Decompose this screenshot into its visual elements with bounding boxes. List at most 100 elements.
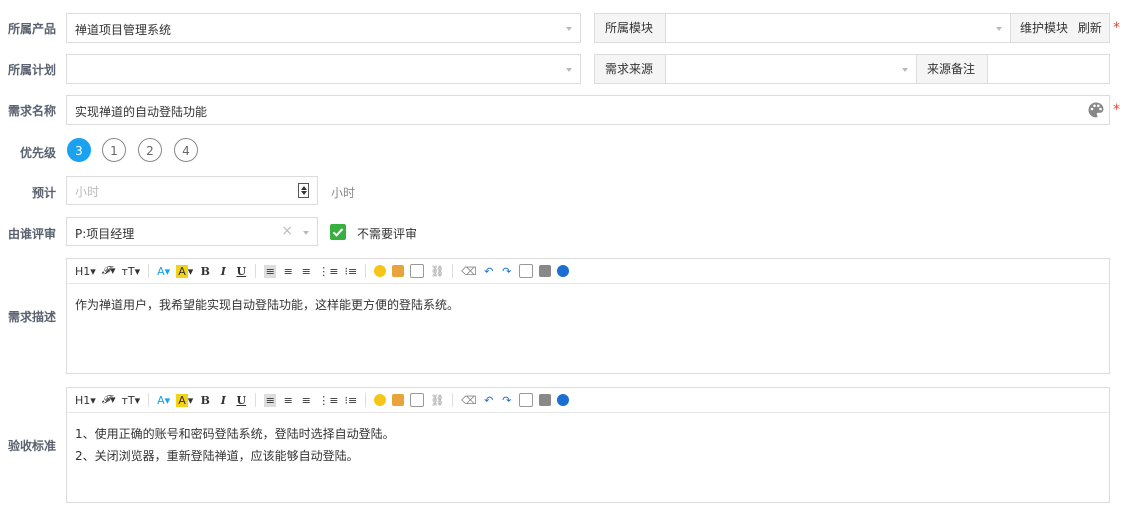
link-icon[interactable]: ⛓ <box>430 265 444 278</box>
align-center-icon[interactable]: ≡ <box>282 394 294 407</box>
check-icon <box>332 228 344 237</box>
font-color-button[interactable]: A▾ <box>157 265 170 278</box>
bg-color-button[interactable]: A ▾ <box>176 393 193 407</box>
toolbar-separator <box>365 264 367 278</box>
refresh-link[interactable]: 刷新 <box>1078 21 1102 35</box>
no-review-checkbox[interactable] <box>330 224 346 240</box>
source-note-input[interactable] <box>987 54 1110 84</box>
priority-option-1[interactable]: 1 <box>102 138 126 162</box>
product-select[interactable]: 禅道项目管理系统 <box>66 13 581 43</box>
source-select[interactable] <box>665 54 917 84</box>
italic-button[interactable]: I <box>217 394 229 407</box>
eraser-icon[interactable]: ⌫ <box>461 265 477 278</box>
maintain-module-link[interactable]: 维护模块 <box>1020 21 1068 35</box>
reviewer-value: P:项目经理 <box>75 227 135 241</box>
clear-icon[interactable]: × <box>281 223 293 239</box>
plan-label: 所属计划 <box>7 63 56 77</box>
emoticon-icon[interactable] <box>374 394 387 406</box>
italic-button[interactable]: I <box>217 265 229 278</box>
align-left-icon[interactable]: ≡ <box>264 264 277 278</box>
image-icon[interactable] <box>392 394 405 406</box>
spec-line: 作为禅道用户，我希望能实现自动登陆功能，这样能更方便的登陆系统。 <box>75 298 460 312</box>
reviewer-label: 由谁评审 <box>7 227 56 241</box>
font-size-button[interactable]: тT▾ <box>121 394 140 407</box>
align-center-icon[interactable]: ≡ <box>282 265 294 278</box>
required-mark: * <box>1113 20 1120 36</box>
ordered-list-icon[interactable]: ⋮≡ <box>318 394 338 407</box>
font-size-button[interactable]: тT▾ <box>121 265 140 278</box>
unordered-list-icon[interactable]: ⁝≡ <box>344 265 357 278</box>
priority-label: 优先级 <box>19 146 56 160</box>
toolbar-separator <box>255 264 257 278</box>
priority-option-3[interactable]: 3 <box>67 138 91 162</box>
fullscreen-icon[interactable] <box>518 264 533 278</box>
bold-button[interactable]: B <box>199 394 211 407</box>
redo-icon[interactable]: ↷ <box>501 394 513 407</box>
image-icon[interactable] <box>392 265 405 277</box>
required-mark: * <box>1113 102 1120 118</box>
spec-content: 作为禅道用户，我希望能实现自动登陆功能，这样能更方便的登陆系统。 <box>75 294 459 316</box>
eraser-icon[interactable]: ⌫ <box>461 394 477 407</box>
title-input[interactable]: 实现禅道的自动登陆功能 <box>66 95 1110 125</box>
bold-button[interactable]: B <box>199 265 211 278</box>
editor-toolbar: H1▾ 𝓕▾ тT▾ A▾ A ▾ B I U ≡ ≡ ≡ ⋮≡ ⁝≡ ⛓ ⌫ ↶… <box>67 388 1109 413</box>
undo-icon[interactable]: ↶ <box>483 265 495 278</box>
source-note-label: 来源备注 <box>916 54 988 84</box>
underline-button[interactable]: U <box>235 394 247 407</box>
reviewer-select[interactable]: P:项目经理 × <box>66 217 318 246</box>
chevron-down-icon <box>996 27 1002 31</box>
toolbar-separator <box>148 264 150 278</box>
help-icon[interactable] <box>556 265 569 277</box>
toolbar-separator <box>255 393 257 407</box>
font-family-button[interactable]: 𝓕▾ <box>102 393 116 407</box>
align-right-icon[interactable]: ≡ <box>300 265 312 278</box>
verify-line: 2、关闭浏览器，重新登陆禅道，应该能够自动登陆。 <box>75 449 359 463</box>
template-icon[interactable] <box>538 394 551 406</box>
heading-button[interactable]: H1▾ <box>75 394 96 407</box>
verify-editor[interactable]: H1▾ 𝓕▾ тT▾ A▾ A ▾ B I U ≡ ≡ ≡ ⋮≡ ⁝≡ ⛓ ⌫ ↶… <box>66 387 1110 503</box>
product-label: 所属产品 <box>7 22 56 36</box>
align-left-icon[interactable]: ≡ <box>264 393 277 407</box>
code-icon[interactable] <box>410 264 425 278</box>
priority-option-2[interactable]: 2 <box>138 138 162 162</box>
unordered-list-icon[interactable]: ⁝≡ <box>344 394 357 407</box>
ordered-list-icon[interactable]: ⋮≡ <box>318 265 338 278</box>
underline-button[interactable]: U <box>235 265 247 278</box>
plan-select[interactable] <box>66 54 581 84</box>
code-icon[interactable] <box>410 393 425 407</box>
heading-button[interactable]: H1▾ <box>75 265 96 278</box>
module-select[interactable] <box>665 13 1011 43</box>
module-actions: 维护模块 刷新 <box>1010 13 1110 43</box>
palette-icon[interactable] <box>1087 101 1105 119</box>
estimate-placeholder: 小时 <box>75 185 100 199</box>
chevron-down-icon <box>303 231 309 235</box>
title-label: 需求名称 <box>7 104 56 118</box>
toolbar-separator <box>148 393 150 407</box>
emoticon-icon[interactable] <box>374 265 387 277</box>
spec-editor[interactable]: H1▾ 𝓕▾ тT▾ A▾ A ▾ B I U ≡ ≡ ≡ ⋮≡ ⁝≡ ⛓ ⌫ ↶… <box>66 258 1110 374</box>
editor-toolbar: H1▾ 𝓕▾ тT▾ A▾ A ▾ B I U ≡ ≡ ≡ ⋮≡ ⁝≡ ⛓ ⌫ ↶… <box>67 259 1109 284</box>
source-label: 需求来源 <box>594 54 666 84</box>
undo-icon[interactable]: ↶ <box>483 394 495 407</box>
align-right-icon[interactable]: ≡ <box>300 394 312 407</box>
toolbar-separator <box>365 393 367 407</box>
estimate-input[interactable]: 小时 <box>66 176 318 205</box>
chevron-down-icon <box>902 68 908 72</box>
font-family-button[interactable]: 𝓕▾ <box>102 264 116 278</box>
estimate-label: 预计 <box>31 186 56 200</box>
priority-option-4[interactable]: 4 <box>174 138 198 162</box>
chevron-down-icon <box>566 27 572 31</box>
bg-color-button[interactable]: A ▾ <box>176 264 193 278</box>
font-color-button[interactable]: A▾ <box>157 394 170 407</box>
redo-icon[interactable]: ↷ <box>501 265 513 278</box>
fullscreen-icon[interactable] <box>518 393 533 407</box>
title-value: 实现禅道的自动登陆功能 <box>75 105 208 119</box>
toolbar-separator <box>452 393 454 407</box>
help-icon[interactable] <box>556 394 569 406</box>
template-icon[interactable] <box>538 265 551 277</box>
link-icon[interactable]: ⛓ <box>430 394 444 407</box>
no-review-label: 不需要评审 <box>357 227 418 241</box>
spec-label: 需求描述 <box>7 310 56 324</box>
toolbar-separator <box>452 264 454 278</box>
spinner-icon[interactable] <box>298 183 309 198</box>
